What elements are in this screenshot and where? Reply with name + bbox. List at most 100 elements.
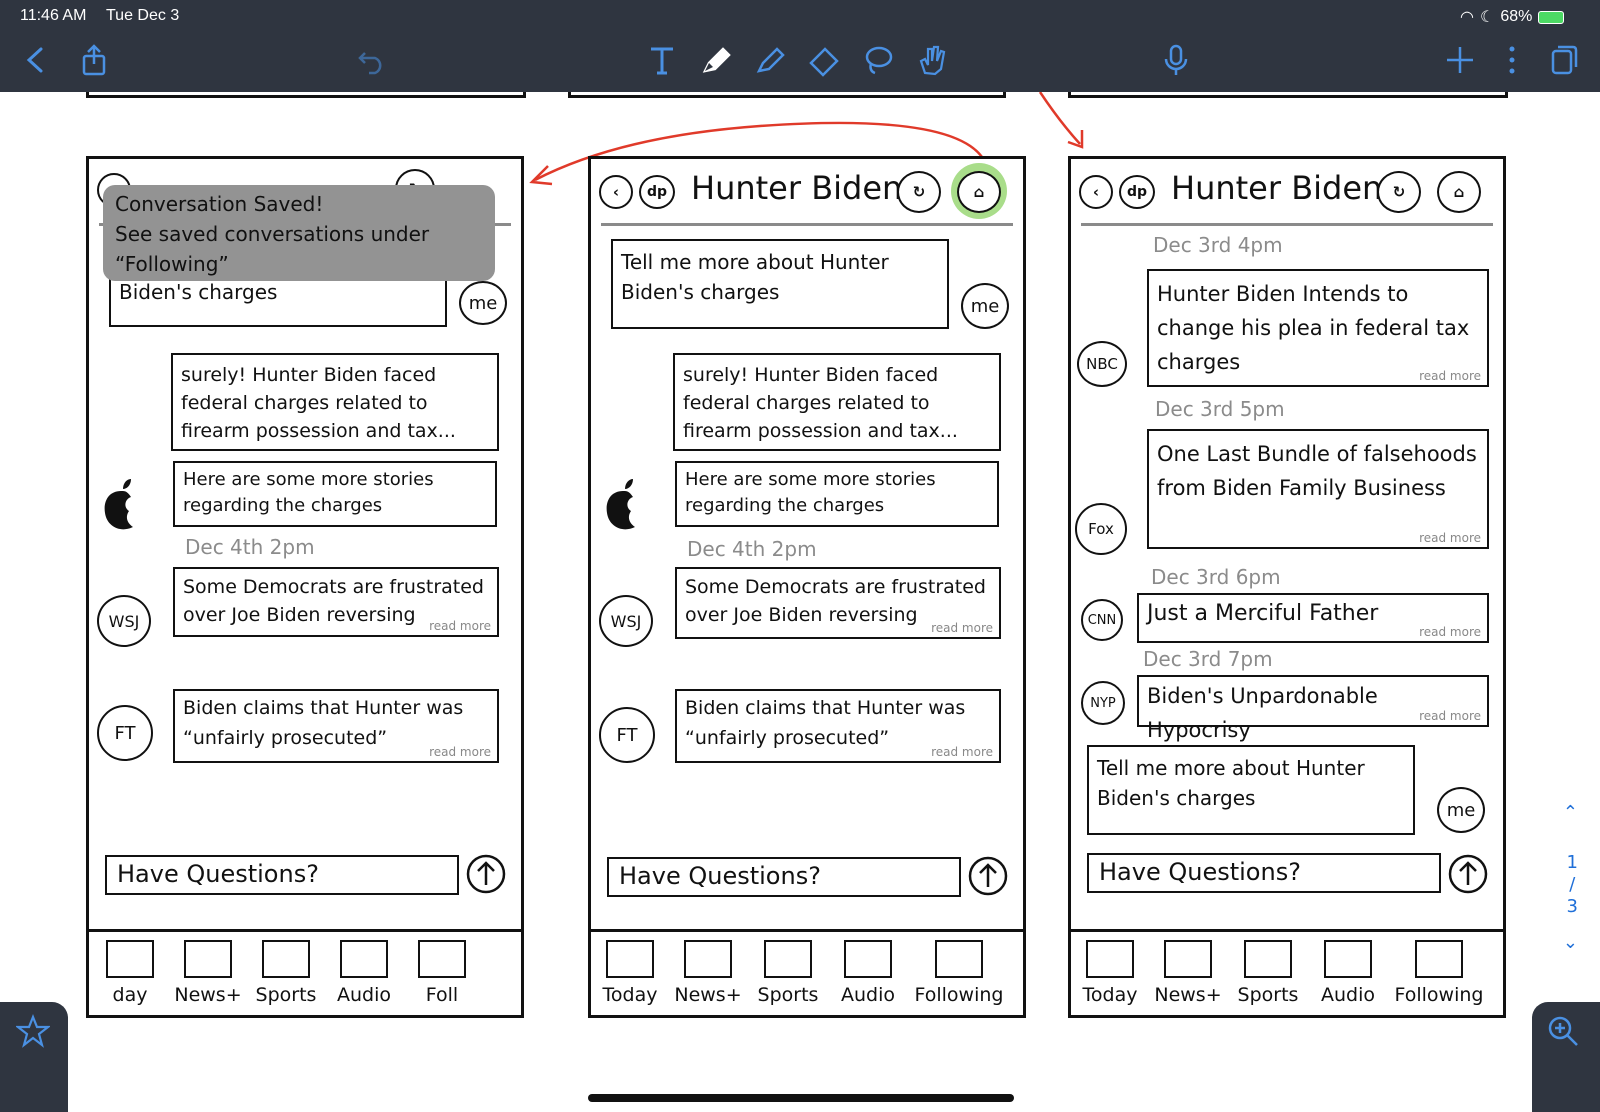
text-tool-icon[interactable] <box>642 40 682 80</box>
read-more-link[interactable]: read more <box>429 619 491 633</box>
read-more-link[interactable]: read more <box>931 621 993 635</box>
tab-audio[interactable]: Audio <box>1311 940 1385 1012</box>
notebook-canvas[interactable]: ‹ ↻ Biden's charges me Conversation Save… <box>0 92 1600 1112</box>
favorites-button[interactable] <box>0 1002 68 1112</box>
nbc-source-icon: NBC <box>1077 341 1127 387</box>
home-indicator <box>588 1094 1014 1102</box>
zoom-button[interactable] <box>1532 1002 1600 1112</box>
tab-following[interactable]: Following <box>909 940 1009 1012</box>
dp-avatar: dp <box>639 175 675 209</box>
user-bubble-text: Biden's charges <box>119 280 278 304</box>
tab-sports[interactable]: Sports <box>751 940 825 1012</box>
tab-news-plus[interactable]: News+ <box>171 940 245 1012</box>
share-icon[interactable] <box>74 40 114 80</box>
date-label: Dec 3rd 7pm <box>1143 647 1273 671</box>
pen-tool-icon[interactable] <box>696 40 736 80</box>
page-separator: / <box>1569 874 1576 895</box>
date-label: Dec 4th 2pm <box>687 537 817 561</box>
moon-icon: ☾ <box>1479 9 1495 26</box>
frame-header: ‹ dp Hunter Biden ↻ ⌂ <box>1071 159 1503 227</box>
me-avatar: me <box>961 283 1009 329</box>
date-label: Dec 3rd 6pm <box>1151 565 1281 589</box>
phone-frame-saved: ‹ ↻ Biden's charges me Conversation Save… <box>86 156 524 1018</box>
highlighter-tool-icon[interactable] <box>750 40 790 80</box>
story-bubble[interactable]: One Last Bundle of falsehoods from Biden… <box>1147 429 1489 549</box>
read-more-link[interactable]: read more <box>429 745 491 759</box>
tab-bar: Today News+ Sports Audio Following <box>1071 929 1503 1015</box>
frame-header: ‹ dp Hunter Biden ↻ ⌂ <box>591 159 1023 227</box>
plus-icon[interactable] <box>1440 40 1480 80</box>
fox-source-icon: Fox <box>1075 503 1127 555</box>
page-up-icon[interactable]: ⌃ <box>1563 802 1578 823</box>
tab-today[interactable]: Today <box>593 940 667 1012</box>
ai-reply-bubble: surely! Hunter Biden faced federal charg… <box>673 353 1001 451</box>
phone-frame-chat: ‹ dp Hunter Biden ↻ ⌂ Tell me more about… <box>588 156 1026 1018</box>
read-more-link[interactable]: read more <box>1419 531 1481 545</box>
more-icon[interactable] <box>1492 40 1532 80</box>
bookmark-icon[interactable]: ⌂ <box>957 171 1001 213</box>
story-bubble[interactable]: Some Democrats are frustrated over Joe B… <box>675 567 1001 639</box>
wifi-icon: ◠ <box>1460 9 1474 26</box>
tab-sports[interactable]: Sports <box>249 940 323 1012</box>
story-bubble[interactable]: Just a Merciful Father read more <box>1137 593 1489 643</box>
eraser-tool-icon[interactable] <box>804 40 844 80</box>
page-indicator: 1 / 3 <box>1567 852 1578 918</box>
ai-more-bubble: Here are some more stories regarding the… <box>173 461 497 527</box>
total-pages: 3 <box>1566 896 1578 917</box>
conversation-saved-toast: Conversation Saved! See saved conversati… <box>103 185 495 281</box>
status-date: Tue Dec 3 <box>106 7 180 24</box>
refresh-icon[interactable]: ↻ <box>897 171 941 213</box>
story-bubble[interactable]: Some Democrats are frustrated over Joe B… <box>173 567 499 637</box>
undo-icon[interactable] <box>352 40 392 80</box>
story-bubble[interactable]: Biden claims that Hunter was “unfairly p… <box>675 689 1001 763</box>
question-input[interactable]: Have Questions? <box>1087 853 1441 893</box>
date-label: Dec 3rd 5pm <box>1155 397 1285 421</box>
lasso-tool-icon[interactable] <box>858 40 898 80</box>
send-arrow-icon[interactable] <box>465 853 507 895</box>
battery-percent: 68% <box>1500 8 1533 25</box>
tab-audio[interactable]: Audio <box>831 940 905 1012</box>
phone-frame-following: ‹ dp Hunter Biden ↻ ⌂ Dec 3rd 4pm Hunter… <box>1068 156 1506 1018</box>
back-chevron-icon[interactable] <box>16 40 56 80</box>
story-bubble[interactable]: Biden's Unpardonable Hypocrisy read more <box>1137 675 1489 742</box>
read-more-link[interactable]: read more <box>1419 625 1481 639</box>
star-icon <box>16 1014 50 1048</box>
ai-more-bubble: Here are some more stories regarding the… <box>675 461 999 527</box>
story-bubble[interactable]: Biden claims that Hunter was “unfairly p… <box>173 689 499 763</box>
tab-following[interactable]: Foll <box>405 940 479 1012</box>
date-label: Dec 4th 2pm <box>185 535 315 559</box>
question-input[interactable]: Have Questions? <box>105 855 459 895</box>
send-arrow-icon[interactable] <box>967 855 1009 897</box>
tab-following[interactable]: Following <box>1389 940 1489 1012</box>
back-icon[interactable]: ‹ <box>1079 175 1113 209</box>
read-more-link[interactable]: read more <box>931 745 993 759</box>
story-bubble[interactable]: Hunter Biden Intends to change his plea … <box>1147 269 1489 387</box>
pages-icon[interactable] <box>1544 40 1584 80</box>
battery-icon <box>1538 10 1565 24</box>
tab-news-plus[interactable]: News+ <box>1151 940 1225 1012</box>
tab-audio[interactable]: Audio <box>327 940 401 1012</box>
page-down-icon[interactable]: ⌄ <box>1563 932 1578 953</box>
microphone-icon[interactable] <box>1156 40 1196 80</box>
zoom-in-icon <box>1548 1016 1578 1046</box>
send-arrow-icon[interactable] <box>1447 853 1489 895</box>
refresh-icon[interactable]: ↻ <box>1377 171 1421 213</box>
tab-sports[interactable]: Sports <box>1231 940 1305 1012</box>
hand-tool-icon[interactable] <box>912 40 952 80</box>
tab-news-plus[interactable]: News+ <box>671 940 745 1012</box>
date-label: Dec 3rd 4pm <box>1153 233 1283 257</box>
back-icon[interactable]: ‹ <box>599 175 633 209</box>
tab-today[interactable]: day <box>93 940 167 1012</box>
toast-line: “Following” <box>115 252 229 276</box>
ai-reply-bubble: surely! Hunter Biden faced federal charg… <box>171 353 499 451</box>
tab-bar: day News+ Sports Audio Foll <box>89 929 521 1015</box>
question-input[interactable]: Have Questions? <box>607 857 961 897</box>
tab-today[interactable]: Today <box>1073 940 1147 1012</box>
toolbar: 11:46 AM Tue Dec 3 ◠ ☾ 68% <box>0 0 1600 92</box>
assistant-logo-icon <box>606 479 635 530</box>
current-page: 1 <box>1566 852 1578 873</box>
assistant-logo-icon <box>104 479 133 530</box>
read-more-link[interactable]: read more <box>1419 369 1481 383</box>
bookmark-icon[interactable]: ⌂ <box>1437 171 1481 213</box>
read-more-link[interactable]: read more <box>1419 709 1481 723</box>
